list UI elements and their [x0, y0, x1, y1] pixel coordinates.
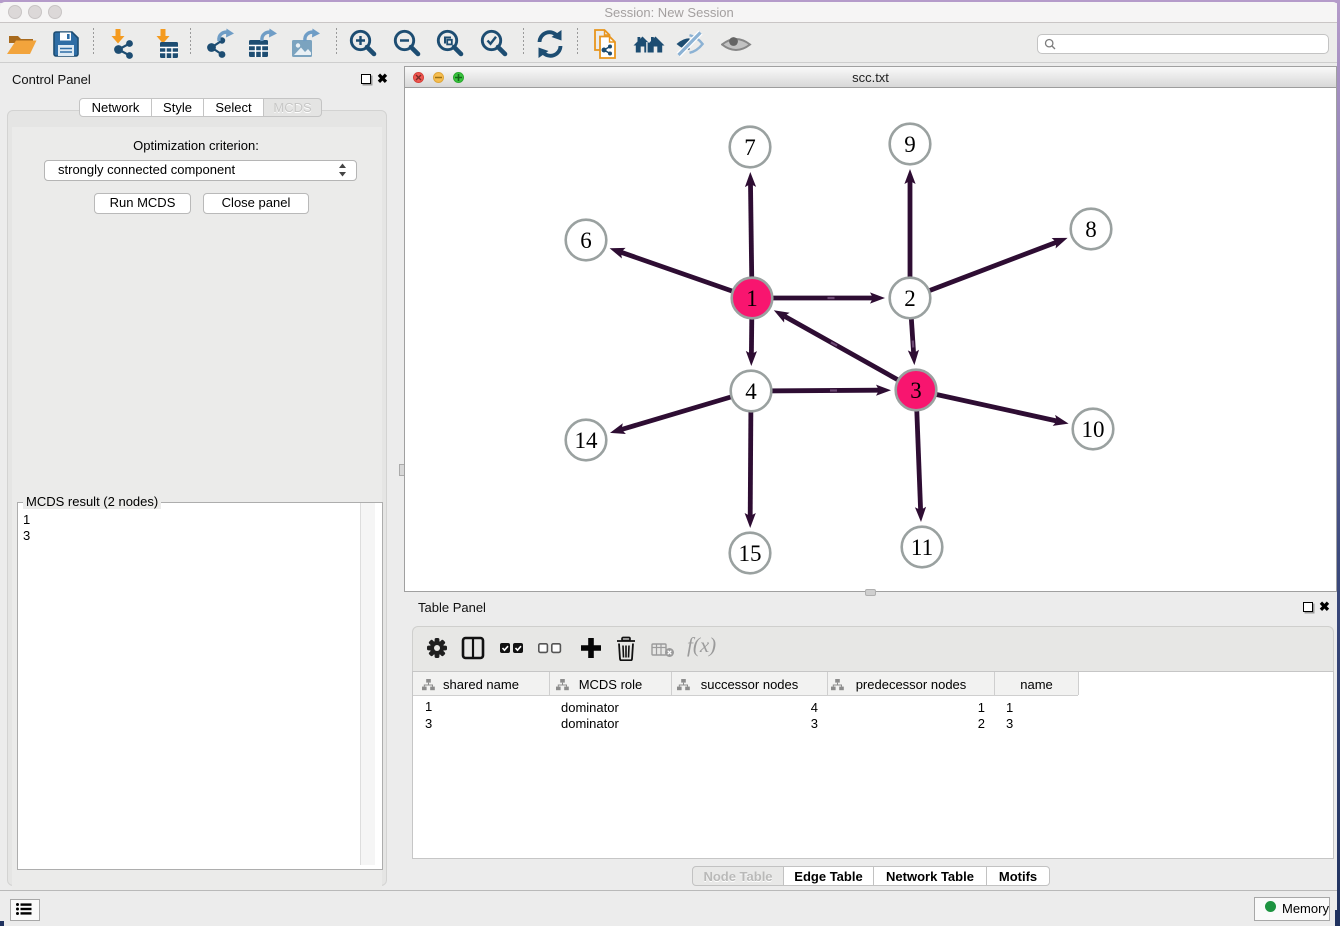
svg-text:14: 14 [575, 428, 599, 453]
svg-text:2: 2 [904, 286, 916, 311]
svg-text:10: 10 [1082, 417, 1105, 442]
svg-text:15: 15 [739, 541, 762, 566]
svg-text:6: 6 [580, 228, 592, 253]
svg-text:4: 4 [745, 379, 757, 404]
svg-text:7: 7 [744, 135, 756, 160]
svg-text:1: 1 [746, 286, 758, 311]
svg-text:3: 3 [910, 378, 922, 403]
svg-text:11: 11 [911, 535, 933, 560]
svg-text:9: 9 [904, 132, 916, 157]
svg-text:8: 8 [1085, 217, 1097, 242]
